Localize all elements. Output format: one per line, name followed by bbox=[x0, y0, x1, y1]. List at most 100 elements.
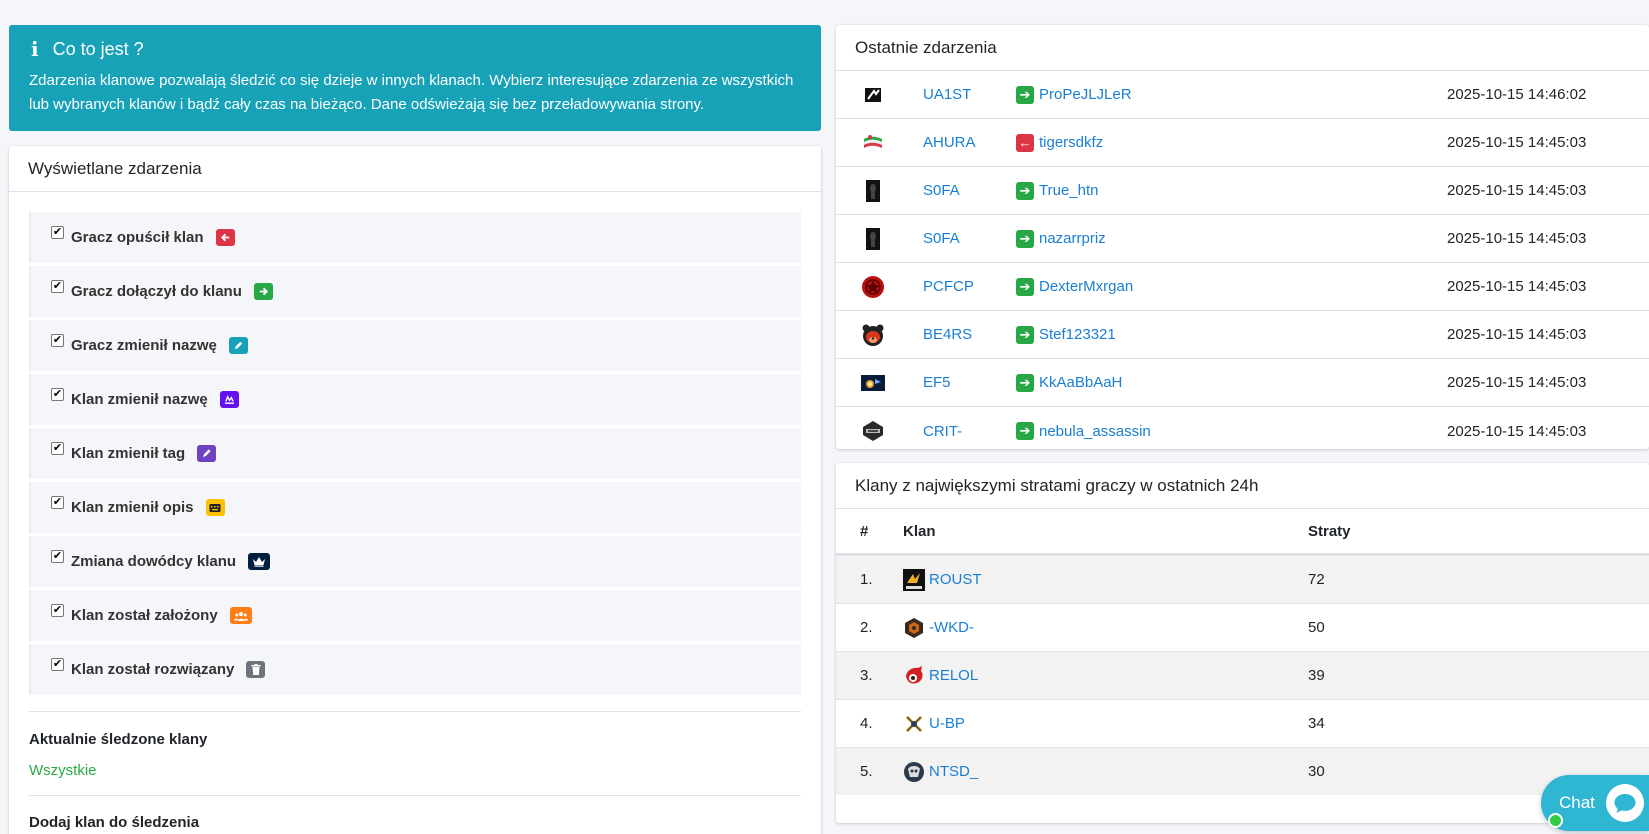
event-option-label: Klan zmienił nazwę bbox=[71, 391, 208, 408]
col-losses-header: Straty bbox=[1308, 523, 1351, 540]
event-row: BE4RS ➔ Stef123321 2025-10-15 14:45:03 bbox=[836, 311, 1649, 359]
clan-tag-link[interactable]: CRIT- bbox=[923, 423, 962, 440]
event-option-label: Gracz zmienił nazwę bbox=[71, 337, 217, 354]
clan-tag-link[interactable]: EF5 bbox=[923, 374, 951, 391]
info-callout: i Co to jest ? Zdarzenia klanowe pozwala… bbox=[9, 25, 821, 131]
event-option-player-renamed[interactable]: ✔ Gracz zmienił nazwę bbox=[29, 320, 801, 371]
losses-cell: 72 bbox=[1308, 571, 1325, 588]
clan-tag-link[interactable]: S0FA bbox=[923, 182, 960, 199]
top-losses-card: Klany z największymi stratami graczy w o… bbox=[836, 463, 1649, 823]
event-row: UA1ST ➔ ProPeJLJLeR 2025-10-15 14:46:02 bbox=[836, 71, 1649, 119]
rank-cell: 5. bbox=[860, 763, 873, 780]
table-row: 5. NTSD_ 30 bbox=[836, 747, 1649, 795]
clan-tag-link[interactable]: UA1ST bbox=[923, 86, 971, 103]
arrow-right-icon: ➔ bbox=[1016, 85, 1034, 104]
player-link[interactable]: Stef123321 bbox=[1039, 326, 1116, 343]
player-link[interactable]: True_htn bbox=[1039, 182, 1098, 199]
arrow-left-icon: ← bbox=[1016, 133, 1034, 152]
recent-events-header: Ostatnie zdarzenia bbox=[836, 25, 1649, 71]
table-row: 2. -WKD- 50 bbox=[836, 603, 1649, 651]
clan-tag-link[interactable]: BE4RS bbox=[923, 326, 972, 343]
arrow-right-icon: ➔ bbox=[1016, 181, 1034, 200]
event-option-leader-changed[interactable]: ✔ Zmiana dowódcy klanu bbox=[29, 536, 801, 587]
clan-logo-icon bbox=[861, 419, 885, 443]
event-time: 2025-10-15 14:45:03 bbox=[1447, 134, 1587, 151]
player-link[interactable]: tigersdkfz bbox=[1039, 134, 1103, 151]
event-row: EF5 ➔ KkAaBbAaH 2025-10-15 14:45:03 bbox=[836, 359, 1649, 407]
checkbox[interactable]: ✔ bbox=[51, 226, 64, 239]
player-link[interactable]: ProPeJLJLeR bbox=[1039, 86, 1132, 103]
arrow-right-icon: ➔ bbox=[1016, 325, 1034, 344]
checkbox[interactable]: ✔ bbox=[51, 442, 64, 455]
player-link[interactable]: nebula_assassin bbox=[1039, 423, 1151, 440]
rank-cell: 3. bbox=[860, 667, 873, 684]
signature-icon bbox=[219, 391, 239, 408]
checkbox[interactable]: ✔ bbox=[51, 496, 64, 509]
event-row: CRIT- ➔ nebula_assassin 2025-10-15 14:45… bbox=[836, 407, 1649, 449]
event-row: S0FA ➔ True_htn 2025-10-15 14:45:03 bbox=[836, 167, 1649, 215]
clan-logo-icon bbox=[861, 179, 885, 203]
displayed-events-header: Wyświetlane zdarzenia bbox=[9, 146, 821, 192]
clan-logo-icon bbox=[903, 617, 925, 639]
clan-cell: RELOL bbox=[903, 665, 978, 687]
event-option-label: Klan został rozwiązany bbox=[71, 661, 235, 678]
users-icon bbox=[229, 607, 252, 624]
checkbox[interactable]: ✔ bbox=[51, 334, 64, 347]
event-option-label: Gracz opuścił klan bbox=[71, 229, 204, 246]
player-link[interactable]: DexterMxrgan bbox=[1039, 278, 1133, 295]
clan-logo-icon bbox=[903, 665, 925, 687]
pencil-icon bbox=[228, 337, 248, 354]
event-option-player-left[interactable]: ✔ Gracz opuścił klan bbox=[29, 212, 801, 263]
event-time: 2025-10-15 14:45:03 bbox=[1447, 182, 1587, 199]
event-row: PCFCP ➔ DexterMxrgan 2025-10-15 14:45:03 bbox=[836, 263, 1649, 311]
info-title: Co to jest ? bbox=[52, 38, 144, 59]
checkbox[interactable]: ✔ bbox=[51, 280, 64, 293]
losses-cell: 39 bbox=[1308, 667, 1325, 684]
info-icon: i bbox=[31, 37, 39, 61]
event-time: 2025-10-15 14:45:03 bbox=[1447, 278, 1587, 295]
clan-link[interactable]: U-BP bbox=[929, 715, 965, 732]
player-link[interactable]: KkAaBbAaH bbox=[1039, 374, 1122, 391]
event-option-label: Zmiana dowódcy klanu bbox=[71, 553, 237, 570]
clan-tag-link[interactable]: AHURA bbox=[923, 134, 976, 151]
tracked-clans-value: Wszystkie bbox=[29, 762, 97, 779]
player-link[interactable]: nazarrpriz bbox=[1039, 230, 1106, 247]
checkbox[interactable]: ✔ bbox=[51, 658, 64, 671]
recent-events-card: Ostatnie zdarzenia UA1ST ➔ ProPeJLJLeR 2… bbox=[836, 25, 1649, 449]
clan-link[interactable]: ROUST bbox=[929, 571, 982, 588]
event-option-label: Klan zmienił tag bbox=[71, 445, 186, 462]
chat-button[interactable]: Chat bbox=[1541, 775, 1649, 831]
event-option-clan-renamed[interactable]: ✔ Klan zmienił nazwę bbox=[29, 374, 801, 425]
clan-logo-icon bbox=[861, 371, 885, 395]
chat-bubble-icon bbox=[1606, 784, 1644, 822]
checkbox[interactable]: ✔ bbox=[51, 550, 64, 563]
clan-cell: NTSD_ bbox=[903, 761, 978, 783]
event-option-clan-tag-changed[interactable]: ✔ Klan zmienił tag bbox=[29, 428, 801, 479]
arrow-right-icon: ➔ bbox=[1016, 277, 1034, 296]
clan-logo-icon bbox=[861, 227, 885, 251]
clan-link[interactable]: RELOL bbox=[929, 667, 978, 684]
event-option-label: Klan został założony bbox=[71, 607, 218, 624]
event-option-clan-founded[interactable]: ✔ Klan został założony bbox=[29, 590, 801, 641]
rank-cell: 4. bbox=[860, 715, 873, 732]
arrow-right-icon: ➔ bbox=[1016, 373, 1034, 392]
online-status-dot bbox=[1548, 813, 1563, 828]
col-clan-header: Klan bbox=[903, 523, 936, 540]
checkbox[interactable]: ✔ bbox=[51, 604, 64, 617]
clan-tag-link[interactable]: PCFCP bbox=[923, 278, 974, 295]
checkbox[interactable]: ✔ bbox=[51, 388, 64, 401]
clan-logo-icon bbox=[861, 323, 885, 347]
event-row: AHURA ← tigersdkfz 2025-10-15 14:45:03 bbox=[836, 119, 1649, 167]
clan-link[interactable]: NTSD_ bbox=[929, 763, 978, 780]
event-option-clan-dissolved[interactable]: ✔ Klan został rozwiązany bbox=[29, 644, 801, 695]
info-text: Zdarzenia klanowe pozwalają śledzić co s… bbox=[29, 69, 801, 117]
event-option-clan-description-changed[interactable]: ✔ Klan zmienił opis bbox=[29, 482, 801, 533]
trash-icon bbox=[246, 661, 266, 678]
clan-tag-link[interactable]: S0FA bbox=[923, 230, 960, 247]
clan-cell: -WKD- bbox=[903, 617, 974, 639]
table-row: 3. RELOL 39 bbox=[836, 651, 1649, 699]
table-header: # Klan Straty bbox=[836, 510, 1649, 555]
clan-link[interactable]: -WKD- bbox=[929, 619, 974, 636]
event-time: 2025-10-15 14:46:02 bbox=[1447, 86, 1587, 103]
event-option-player-joined[interactable]: ✔ Gracz dołączył do klanu bbox=[29, 266, 801, 317]
